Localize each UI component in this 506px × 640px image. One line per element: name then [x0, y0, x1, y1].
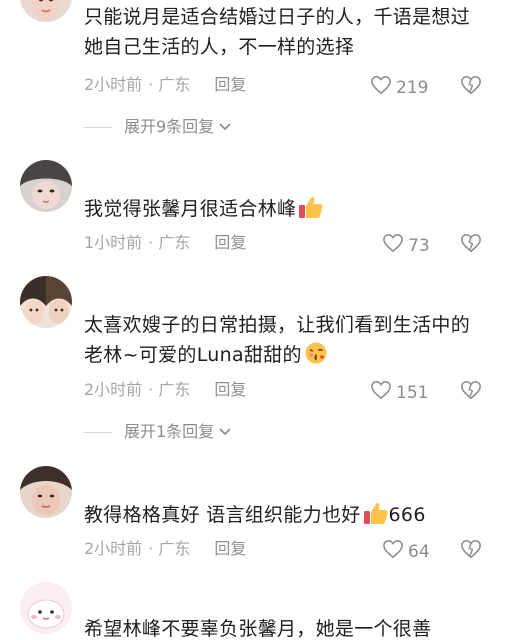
heart-outline-icon — [382, 539, 404, 564]
comment-text: 太喜欢嫂子的日常拍摄，让我们看到生活中的老林~可爱的Luna甜甜的 — [84, 310, 486, 374]
comment-time: 2小时前 — [84, 380, 143, 399]
comment-time: 2小时前 — [84, 75, 143, 94]
expand-replies-button[interactable]: 展开9条回复 — [84, 117, 232, 137]
divider — [84, 431, 112, 433]
comment-location: · 广东 — [148, 233, 191, 252]
avatar[interactable] — [20, 582, 72, 634]
like-count: 73 — [408, 235, 430, 256]
expand-replies-label: 展开9条回复 — [124, 117, 215, 136]
comment-text: 我觉得张馨月很适合林峰 — [84, 194, 486, 228]
heart-outline-icon — [382, 233, 404, 258]
thumbs-up-icon — [363, 501, 389, 534]
comment-list: 只能说月是适合结婚过日子的人，千语是想过她自己生活的人，不一样的选择 2小时前 ·… — [0, 0, 506, 640]
expand-replies-button[interactable]: 展开1条回复 — [84, 422, 232, 442]
reply-button[interactable]: 回复 — [214, 75, 246, 94]
comment-meta: 2小时前 · 广东 回复 — [84, 75, 246, 95]
thumbs-up-icon — [298, 195, 324, 228]
chevron-down-icon — [218, 117, 232, 137]
divider — [84, 126, 112, 128]
broken-heart-outline-icon[interactable] — [460, 74, 482, 96]
comment-text-content: 我觉得张馨月很适合林峰 — [84, 198, 297, 220]
comment-text: 教得格格真好 语言组织能力也好 666 — [84, 500, 486, 534]
like-button[interactable]: 64 — [382, 539, 430, 564]
broken-heart-outline-icon[interactable] — [460, 232, 482, 254]
comment-time: 2小时前 — [84, 539, 143, 558]
comment-text-content: 太喜欢嫂子的日常拍摄，让我们看到生活中的老林~可爱的Luna甜甜的 — [84, 314, 471, 366]
broken-heart-outline-icon[interactable] — [460, 379, 482, 401]
comment-location: · 广东 — [148, 380, 191, 399]
comment-text: 只能说月是适合结婚过日子的人，千语是想过她自己生活的人，不一样的选择 — [84, 6, 471, 58]
avatar[interactable] — [20, 276, 72, 328]
avatar[interactable] — [20, 160, 72, 212]
expand-replies-label: 展开1条回复 — [124, 422, 215, 441]
like-count: 64 — [408, 541, 430, 562]
like-count: 151 — [396, 382, 429, 403]
comment-location: · 广东 — [148, 75, 191, 94]
reply-button[interactable]: 回复 — [214, 539, 246, 558]
comment-text: 希望林峰不要辜负张馨月，她是一个很善 — [84, 618, 432, 640]
avatar[interactable] — [20, 466, 72, 518]
like-button[interactable]: 219 — [370, 75, 428, 100]
like-button[interactable]: 73 — [382, 233, 430, 258]
reply-button[interactable]: 回复 — [214, 380, 246, 399]
comment-time: 1小时前 — [84, 233, 143, 252]
comment-text-content: 教得格格真好 语言组织能力也好 — [84, 504, 361, 526]
comment-meta: 2小时前 · 广东 回复 — [84, 539, 246, 559]
avatar[interactable] — [20, 0, 72, 22]
comment-meta: 1小时前 · 广东 回复 — [84, 233, 246, 253]
kissing-face-icon — [304, 341, 328, 374]
like-count: 219 — [396, 77, 429, 98]
like-button[interactable]: 151 — [370, 380, 428, 405]
reply-button[interactable]: 回复 — [214, 233, 246, 252]
comment-text-suffix: 666 — [388, 504, 426, 526]
chevron-down-icon — [218, 422, 232, 442]
comment-meta: 2小时前 · 广东 回复 — [84, 380, 246, 400]
heart-outline-icon — [370, 380, 392, 405]
comment-location: · 广东 — [148, 539, 191, 558]
broken-heart-outline-icon[interactable] — [460, 538, 482, 560]
heart-outline-icon — [370, 75, 392, 100]
